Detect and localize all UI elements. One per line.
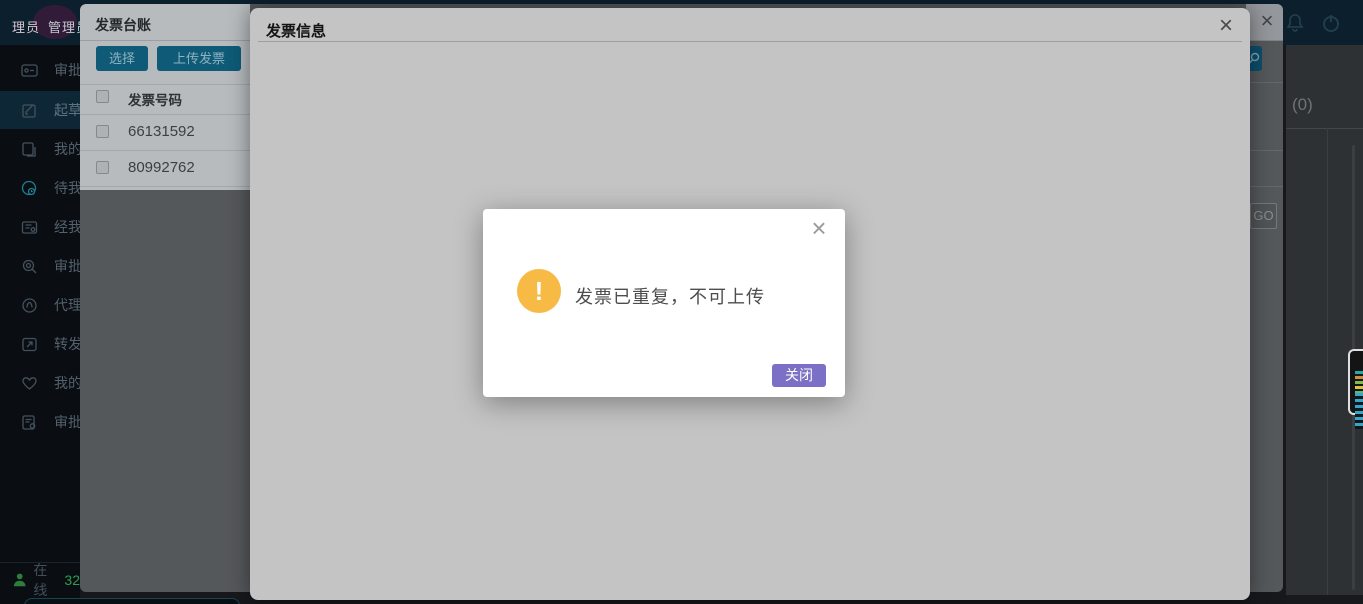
notification-icon[interactable] (1284, 12, 1306, 34)
sidebar-item-draft[interactable]: 起草 (0, 91, 80, 129)
screen: 理员 管理员 审批 起草 (0, 0, 1363, 604)
count-badge: (0) (1292, 95, 1313, 115)
info-close-icon[interactable]: × (1210, 10, 1242, 42)
circle-glyph-icon (21, 297, 38, 314)
sidebar-item-favorites[interactable]: 我的 (0, 364, 80, 402)
divider (1246, 186, 1283, 187)
row-checkbox[interactable] (96, 161, 109, 174)
online-status: 在线 32 (13, 571, 80, 589)
minimap-stripes (1355, 393, 1363, 429)
search-at-icon (21, 258, 38, 275)
sidebar-item-label: 待我 (54, 178, 82, 198)
sidebar-item-approve-inbox[interactable]: 审批 (0, 51, 80, 89)
warning-icon: ! (517, 269, 561, 313)
sidebar-item-label: 代理 (54, 295, 82, 315)
ledger-modal-title: 发票台账 (95, 15, 151, 35)
select-all-checkbox[interactable] (96, 90, 109, 103)
doc-user-icon (21, 219, 38, 236)
page-right-region: (0) (1286, 45, 1363, 604)
page-bottom-edge (1286, 595, 1363, 604)
sidebar-item-handled[interactable]: 经我 (0, 208, 80, 246)
invoice-number-cell: 80992762 (128, 159, 195, 176)
heart-icon (21, 375, 38, 392)
file-gear-icon (21, 414, 38, 431)
ledger-close-icon[interactable]: × (1252, 4, 1282, 38)
duplicate-invoice-alert: × ! 发票已重复，不可上传 关闭 (483, 209, 845, 397)
sidebar-item-my-docs[interactable]: 我的 (0, 130, 80, 168)
online-count: 32 (64, 572, 80, 588)
power-icon[interactable] (1320, 12, 1342, 34)
sidebar-item-label: 审批 (54, 256, 82, 276)
forward-icon (21, 336, 38, 353)
user-clock-icon (21, 180, 38, 197)
divider (80, 84, 250, 85)
avatar-badge: 理员 (12, 17, 40, 36)
info-modal-title: 发票信息 (266, 20, 326, 41)
sidebar-item-pending[interactable]: 待我 (0, 169, 80, 207)
sidebar-item-label: 我的 (54, 139, 82, 159)
divider (80, 40, 250, 41)
badge-icon (21, 62, 38, 79)
divider (1327, 128, 1328, 595)
alert-message: 发票已重复，不可上传 (575, 283, 765, 309)
upload-invoice-button[interactable]: 上传发票 (157, 46, 241, 71)
online-user-icon (13, 572, 26, 588)
close-button[interactable]: 关闭 (772, 364, 826, 387)
divider (1246, 82, 1283, 83)
divider (1286, 128, 1363, 129)
divider (80, 150, 250, 151)
ledger-panel: 发票台账 选择 上传发票 发票号码 66131592 80992762 (80, 4, 250, 190)
sidebar-item-proxy[interactable]: 代理 (0, 286, 80, 324)
minimap-colors (1355, 371, 1363, 393)
divider (80, 186, 250, 187)
alert-close-icon[interactable]: × (801, 211, 837, 245)
sidebar-item-label: 经我 (54, 217, 82, 237)
sidebar-item-label: 我的 (54, 373, 82, 393)
row-checkbox[interactable] (96, 125, 109, 138)
documents-icon (21, 141, 38, 158)
sidebar: 审批 起草 我的 待我 经我 (0, 45, 80, 604)
sidebar-item-label: 起草 (54, 100, 82, 120)
invoice-number-cell: 66131592 (128, 123, 195, 140)
sidebar-item-approve-search[interactable]: 审批 (0, 247, 80, 285)
sidebar-bottom-box[interactable] (24, 598, 240, 604)
divider (80, 114, 250, 115)
select-button[interactable]: 选择 (96, 46, 148, 71)
online-label: 在线 (33, 560, 58, 600)
sidebar-item-forward[interactable]: 转发 (0, 325, 80, 363)
sidebar-item-label: 审批 (54, 60, 82, 80)
divider (258, 41, 1242, 42)
sidebar-item-approve-settings[interactable]: 审批 (0, 403, 80, 441)
column-header-invoice-number: 发票号码 (128, 89, 182, 109)
sidebar-item-label: 转发 (54, 334, 82, 354)
sidebar-item-label: 审批 (54, 412, 82, 432)
divider (1246, 150, 1283, 151)
pagination-go-button[interactable]: GO (1250, 203, 1277, 229)
edit-icon (21, 102, 38, 119)
